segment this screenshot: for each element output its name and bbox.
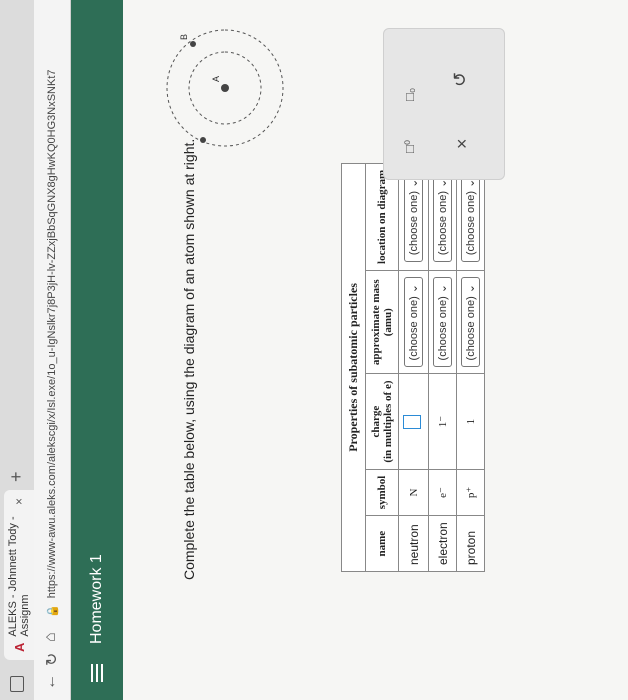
question-prompt: Complete the table below, using the diag… <box>181 138 197 580</box>
undo-icon[interactable]: ↺ <box>450 72 471 87</box>
row-mass: (choose one) ⌄ <box>398 270 429 374</box>
url-text: https://www-awu.aleks.com/alekscgi/x/Isl… <box>46 69 58 599</box>
page-title: Homework 1 <box>88 554 105 644</box>
select-value: (choose one) <box>465 296 477 361</box>
main-content: Complete the table below, using the diag… <box>123 0 628 700</box>
select-value: (choose one) <box>437 190 449 256</box>
label-b: B <box>179 34 189 40</box>
select-value: (choose one) <box>408 296 420 361</box>
close-tab-icon[interactable]: × <box>12 498 26 505</box>
tab-bar: A ALEKS - Johnnett Tody - Assignm × + <box>0 0 35 700</box>
header-charge-label: charge <box>370 405 382 438</box>
row-mass: (choose one) ⌄ <box>428 270 457 374</box>
select-value: (choose one) <box>437 296 449 361</box>
nav-bar: ← ↻ ⌂ 🔒 https://www-awu.aleks.com/aleksc… <box>34 0 71 700</box>
row-charge <box>398 373 429 470</box>
row-symbol: p⁺ <box>456 469 485 516</box>
table-row: neutron N (choose one) ⌄ (choose one) ⌄ <box>398 163 429 572</box>
mass-select[interactable]: (choose one) ⌄ <box>404 276 423 368</box>
superscript-template-icon[interactable]: □⁰ <box>402 140 418 153</box>
home-icon[interactable]: ⌂ <box>42 632 60 642</box>
row-symbol: N <box>398 469 429 516</box>
reload-icon[interactable]: ↻ <box>42 653 62 666</box>
row-name: electron <box>428 515 457 572</box>
electron-dot <box>200 137 206 143</box>
location-select[interactable]: (choose one) ⌄ <box>433 171 452 263</box>
lock-icon: 🔒 <box>46 604 59 618</box>
subscript-template-icon[interactable]: □₀ <box>402 88 417 101</box>
header-mass-label: approximate mass <box>370 279 382 366</box>
row-charge: 1 <box>456 373 485 470</box>
header-charge: charge (in multiples of e) <box>365 373 399 470</box>
tab-title: ALEKS - Johnnett Tody - Assignm <box>7 516 31 637</box>
table-caption: Properties of subatomic particles <box>341 162 365 572</box>
row-symbol: e⁻ <box>428 469 457 516</box>
header-charge-sub: (in multiples of e) <box>382 380 394 463</box>
row-name: proton <box>456 515 485 572</box>
mass-select[interactable]: (choose one) ⌄ <box>433 276 452 368</box>
mass-select[interactable]: (choose one) ⌄ <box>461 276 480 368</box>
row-charge: 1⁻ <box>428 373 457 470</box>
aleks-favicon-icon: A <box>11 642 27 652</box>
charge-input[interactable] <box>403 414 421 429</box>
back-icon[interactable]: ← <box>42 674 60 690</box>
app-header: Homework 1 <box>71 0 123 700</box>
location-select[interactable]: (choose one) ⌄ <box>461 171 480 263</box>
close-icon[interactable]: × <box>452 138 473 149</box>
select-value: (choose one) <box>465 190 477 256</box>
table-row: electron e⁻ 1⁻ (choose one) ⌄ (choose on… <box>428 163 457 572</box>
address-bar[interactable]: 🔒 https://www-awu.aleks.com/alekscgi/x/I… <box>40 0 64 619</box>
atom-diagram: A B <box>166 29 284 147</box>
answer-toolbox: □⁰ □₀ × ↺ <box>383 28 505 180</box>
location-select[interactable]: (choose one) ⌄ <box>404 171 423 263</box>
select-value: (choose one) <box>408 190 420 256</box>
menu-icon[interactable] <box>91 664 103 682</box>
browser-tab[interactable]: A ALEKS - Johnnett Tody - Assignm × <box>4 490 34 660</box>
table-header-row: name symbol charge (in multiples of e) a… <box>365 163 399 572</box>
header-name: name <box>365 515 399 572</box>
header-mass-sub: (amu) <box>382 308 394 337</box>
table-row: proton p⁺ 1 (choose one) ⌄ (choose one) … <box>456 163 485 572</box>
electron-dot <box>190 41 196 47</box>
header-symbol: symbol <box>365 469 399 516</box>
subatomic-table: Properties of subatomic particles name s… <box>341 162 485 572</box>
nucleus <box>221 84 229 92</box>
header-mass: approximate mass (amu) <box>365 270 399 374</box>
browser-screen: A ALEKS - Johnnett Tody - Assignm × + ← … <box>0 0 628 700</box>
row-mass: (choose one) ⌄ <box>456 270 485 374</box>
row-name: neutron <box>398 515 429 572</box>
window-icon <box>10 676 24 692</box>
new-tab-icon[interactable]: + <box>6 471 27 482</box>
label-a: A <box>211 76 221 82</box>
